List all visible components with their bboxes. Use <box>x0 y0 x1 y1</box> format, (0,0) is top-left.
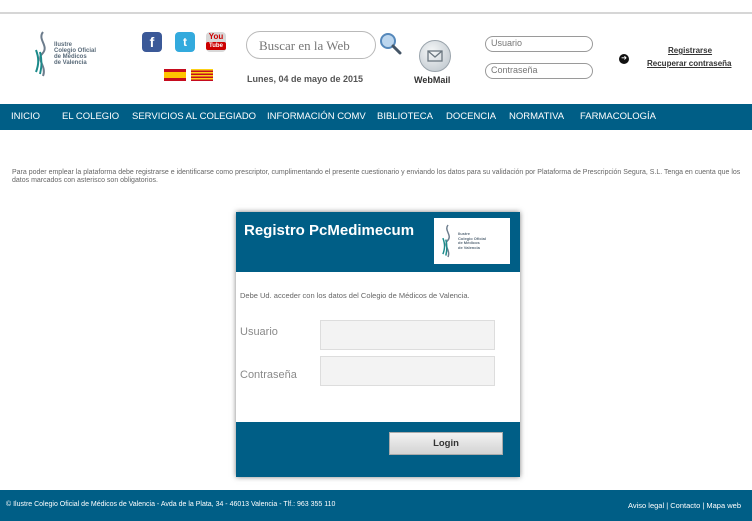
webmail-prefix: Web <box>414 75 433 85</box>
nav-item-normativa[interactable]: NORMATIVA <box>509 111 564 122</box>
current-date: Lunes, 04 de mayo de 2015 <box>247 74 364 84</box>
password-label: Contraseña <box>240 369 297 381</box>
facebook-icon[interactable]: f <box>142 32 162 52</box>
nav-item-docencia[interactable]: DOCENCIA <box>446 111 496 122</box>
username-label: Usuario <box>240 326 278 338</box>
colegio-logo[interactable]: Ilustre Colegio Oficial de Médicos de Va… <box>32 30 112 88</box>
envelope-icon <box>427 50 443 62</box>
nav-item-el-colegio[interactable]: EL COLEGIO <box>62 111 119 122</box>
twitter-icon[interactable]: t <box>175 32 195 52</box>
recover-password-link[interactable]: Recuperar contraseña <box>647 59 731 68</box>
youtube-icon[interactable]: You Tube <box>206 32 226 52</box>
search-input[interactable]: Buscar en la Web <box>246 31 376 59</box>
header-password-input[interactable]: Contraseña <box>485 63 593 79</box>
login-card: Registro PcMedimecum Ilustre Colegio Ofi… <box>236 212 520 477</box>
valencia-flag-icon[interactable] <box>191 69 213 81</box>
username-input[interactable] <box>320 320 495 350</box>
logo-icon <box>35 31 46 77</box>
webmail-suffix: Mail <box>432 75 451 85</box>
logo-text: Ilustre Colegio Oficial de Médicos de Va… <box>54 42 97 66</box>
top-divider <box>0 12 752 14</box>
nav-item-servicios[interactable]: SERVICIOS AL COLEGIADO <box>132 111 256 122</box>
header-username-input[interactable]: Usuario <box>485 36 593 52</box>
card-message: Debe Ud. acceder con los datos del Coleg… <box>240 291 470 300</box>
arrow-right-icon[interactable]: ➜ <box>619 54 629 64</box>
card-footer: Login <box>236 422 520 477</box>
card-logo-text: Ilustre Colegio Oficial de Médicos de Va… <box>458 231 487 250</box>
intro-text: Para poder emplear la plataforma debe re… <box>12 169 741 184</box>
login-button[interactable]: Login <box>389 432 503 455</box>
nav-item-farmacologia[interactable]: FARMACOLOGÍA <box>580 111 656 122</box>
webmail-link[interactable]: WebMail <box>414 75 450 85</box>
youtube-bottom-text: Tube <box>206 42 226 50</box>
webmail-icon[interactable] <box>419 40 451 72</box>
spain-flag-icon[interactable] <box>164 69 186 81</box>
main-nav: INICIO EL COLEGIO SERVICIOS AL COLEGIADO… <box>0 104 752 130</box>
card-title: Registro PcMedimecum <box>244 222 415 239</box>
card-header: Registro PcMedimecum Ilustre Colegio Ofi… <box>236 212 520 272</box>
nav-item-biblioteca[interactable]: BIBLIOTECA <box>377 111 433 122</box>
page-footer: © Ilustre Colegio Oficial de Médicos de … <box>0 490 752 521</box>
nav-item-inicio[interactable]: INICIO <box>11 111 40 122</box>
search-icon[interactable] <box>378 31 402 55</box>
nav-item-informacion[interactable]: INFORMACIÓN COMV <box>267 111 366 122</box>
logo-icon <box>442 224 450 258</box>
card-logo: Ilustre Colegio Oficial de Médicos de Va… <box>434 218 510 264</box>
youtube-top-text: You <box>208 32 224 41</box>
footer-links[interactable]: Aviso legal | Contacto | Mapa web <box>628 501 741 510</box>
footer-address: © Ilustre Colegio Oficial de Médicos de … <box>6 501 336 508</box>
register-link[interactable]: Registrarse <box>668 46 712 55</box>
password-input[interactable] <box>320 356 495 386</box>
